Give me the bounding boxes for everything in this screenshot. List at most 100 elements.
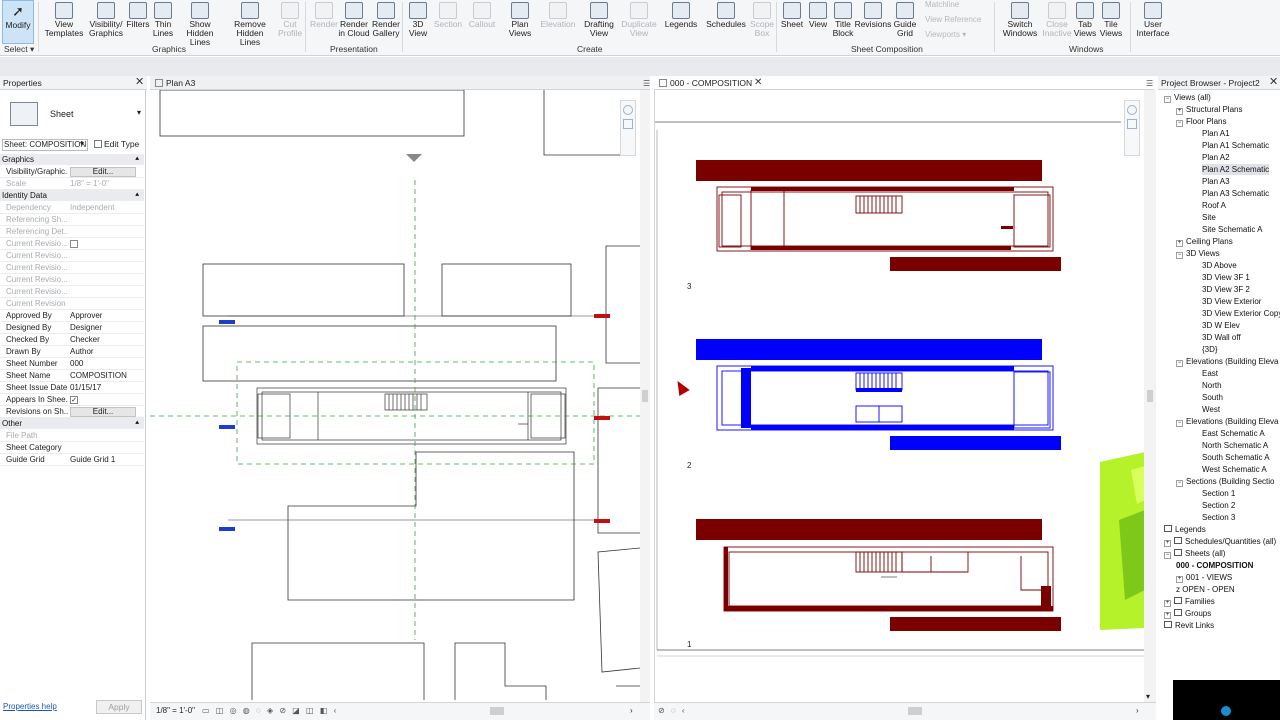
sheet-canvas[interactable]: 3 2 1 — [654, 90, 1144, 704]
create-button-3[interactable]: Plan Views — [500, 0, 540, 44]
browser-item[interactable]: Section 1 — [1202, 488, 1235, 499]
browser-item[interactable]: − Floor Plans — [1176, 116, 1226, 127]
horizontal-scroll-thumb[interactable] — [490, 707, 504, 715]
collapse-icon[interactable]: − — [1164, 96, 1171, 103]
property-value[interactable]: Approver — [70, 310, 142, 322]
browser-item[interactable]: − Elevations (Building Eleva — [1176, 416, 1279, 427]
steering-wheel-icon[interactable] — [1127, 105, 1137, 115]
property-row[interactable]: Current Revisio... — [0, 286, 144, 298]
property-row[interactable]: Current Revisio... — [0, 262, 144, 274]
view-control-icons[interactable]: ▭ ◫ ◎ ◍ ◌ ◈ ⊘ ◪ ◫ ◧ ‹ — [202, 703, 338, 719]
close-browser-icon[interactable]: ✕ — [1269, 77, 1278, 88]
create-button-7[interactable]: Legends — [661, 0, 701, 44]
checkbox[interactable]: ✓ — [70, 396, 78, 404]
browser-item[interactable]: 3D View Exterior — [1202, 296, 1261, 307]
create-button-4[interactable]: Elevation — [538, 0, 578, 44]
property-row[interactable]: Drawn By Author — [0, 346, 144, 358]
property-row[interactable]: Sheet Name COMPOSITION — [0, 370, 144, 382]
browser-item[interactable]: − Sections (Building Sectio — [1176, 476, 1275, 487]
browser-item[interactable]: Site — [1202, 212, 1216, 223]
property-edit-button[interactable]: Edit... — [70, 406, 142, 418]
graphics-button-0[interactable]: View Templates — [44, 0, 84, 44]
property-row[interactable]: Visibility/Graphic... Edit... — [0, 166, 144, 178]
view-scale[interactable]: 1/8" = 1'-0" — [156, 703, 195, 719]
collapse-icon[interactable]: − — [1176, 360, 1183, 367]
property-value[interactable]: Independent — [70, 202, 142, 214]
property-row[interactable]: Sheet Issue Date 01/15/17 — [0, 382, 144, 394]
browser-item[interactable]: Plan A2 Schematic — [1202, 164, 1270, 175]
browser-item[interactable]: 3D View 3F 1 — [1202, 272, 1250, 283]
property-row[interactable]: ✓ Appears In Shee... — [0, 394, 144, 406]
browser-item[interactable]: 000 - COMPOSITION — [1176, 560, 1253, 571]
browser-item[interactable]: −3D Views — [1176, 248, 1220, 259]
sheet-button-4[interactable]: Guide Grid — [885, 0, 925, 44]
apply-button[interactable]: Apply — [96, 700, 142, 714]
expand-icon[interactable]: + — [1164, 600, 1171, 607]
property-value[interactable]: 000 — [70, 358, 142, 370]
scroll-thumb[interactable] — [642, 390, 648, 402]
browser-item[interactable]: + Groups — [1164, 608, 1211, 619]
close-tab-icon[interactable]: ✕ — [754, 77, 762, 88]
browser-item[interactable]: + Schedules/Quantities (all) — [1164, 536, 1276, 547]
window-button-3[interactable]: Tile Views — [1091, 0, 1131, 44]
horizontal-scroll-thumb[interactable] — [908, 707, 922, 715]
zoom-icon[interactable] — [1127, 119, 1137, 129]
view-tab-plan-a3[interactable]: Plan A3 — [150, 76, 650, 90]
browser-item[interactable]: + Ceiling Plans — [1176, 236, 1233, 247]
navigation-bar[interactable] — [620, 100, 636, 156]
property-row[interactable]: Guide Grid Guide Grid 1 — [0, 454, 144, 466]
properties-help-link[interactable]: Properties help — [3, 702, 57, 711]
property-row[interactable]: File Path — [0, 430, 144, 442]
property-row[interactable]: Checked By Checker — [0, 334, 144, 346]
browser-item[interactable]: East — [1202, 368, 1218, 379]
create-button-6[interactable]: Duplicate View — [619, 0, 659, 44]
plan-vertical-scrollbar[interactable] — [640, 90, 650, 704]
browser-item[interactable]: Plan A2 — [1202, 152, 1230, 163]
scroll-right-icon[interactable]: › — [1136, 703, 1139, 719]
plan-a3-canvas[interactable] — [150, 90, 640, 704]
matchline-button[interactable]: Matchline — [925, 0, 959, 9]
steering-wheel-icon[interactable] — [623, 105, 633, 115]
expand-icon[interactable]: + — [1164, 612, 1171, 619]
collapse-icon[interactable]: − — [1176, 252, 1183, 259]
browser-item[interactable]: Plan A1 Schematic — [1202, 140, 1269, 151]
browser-item[interactable]: West Schematic A — [1202, 464, 1267, 475]
type-selector[interactable]: Sheet ▾ — [4, 96, 144, 136]
property-row[interactable]: Current Revisio... — [0, 250, 144, 262]
property-row[interactable]: Referencing Sh... — [0, 214, 144, 226]
property-value[interactable]: COMPOSITION — [70, 370, 142, 382]
window-button-0[interactable]: Switch Windows — [1000, 0, 1040, 44]
expand-icon[interactable]: + — [1164, 540, 1171, 547]
section-graphics[interactable]: Graphics ⯅ — [0, 154, 144, 165]
browser-item[interactable]: − Views (all) — [1164, 92, 1211, 103]
property-row[interactable]: Sheet Number 000 — [0, 358, 144, 370]
browser-item[interactable]: Roof A — [1202, 200, 1226, 211]
browser-item[interactable]: Plan A3 Schematic — [1202, 188, 1269, 199]
property-row[interactable]: Designed By Designer — [0, 322, 144, 334]
browser-item[interactable]: Section 2 — [1202, 500, 1235, 511]
graphics-button-3[interactable]: Thin Lines — [143, 0, 183, 44]
browser-item[interactable]: Plan A3 — [1202, 176, 1230, 187]
scroll-thumb[interactable] — [1147, 390, 1153, 402]
collapse-icon[interactable]: − — [1164, 552, 1171, 559]
property-value[interactable]: Checker — [70, 334, 142, 346]
expand-icon[interactable]: + — [1176, 240, 1183, 247]
browser-item[interactable]: +001 - VIEWS — [1176, 572, 1232, 583]
browser-item[interactable]: z OPEN - OPEN — [1176, 584, 1235, 595]
property-row[interactable]: Current Revisio... — [0, 274, 144, 286]
property-value[interactable]: Designer — [70, 322, 142, 334]
browser-item[interactable]: North Schematic A — [1202, 440, 1268, 451]
instance-selector[interactable]: Sheet: COMPOSITION — [2, 139, 88, 151]
modify-button[interactable]: ➚ Modify — [2, 0, 34, 44]
browser-item[interactable]: {3D} — [1202, 344, 1218, 355]
property-value[interactable]: 1/8" = 1'-0" — [70, 178, 142, 190]
browser-item[interactable]: South Schematic A — [1202, 452, 1270, 463]
property-row[interactable]: Approved By Approver — [0, 310, 144, 322]
browser-item[interactable]: 3D View 3F 2 — [1202, 284, 1250, 295]
section-identity-data[interactable]: Identity Data ⯅ — [0, 190, 144, 201]
navigation-bar[interactable] — [1124, 100, 1140, 156]
expand-icon[interactable]: + — [1176, 108, 1183, 115]
collapse-icon[interactable]: − — [1176, 120, 1183, 127]
graphics-button-5[interactable]: Remove Hidden Lines — [230, 0, 270, 47]
property-value[interactable]: Guide Grid 1 — [70, 454, 142, 466]
